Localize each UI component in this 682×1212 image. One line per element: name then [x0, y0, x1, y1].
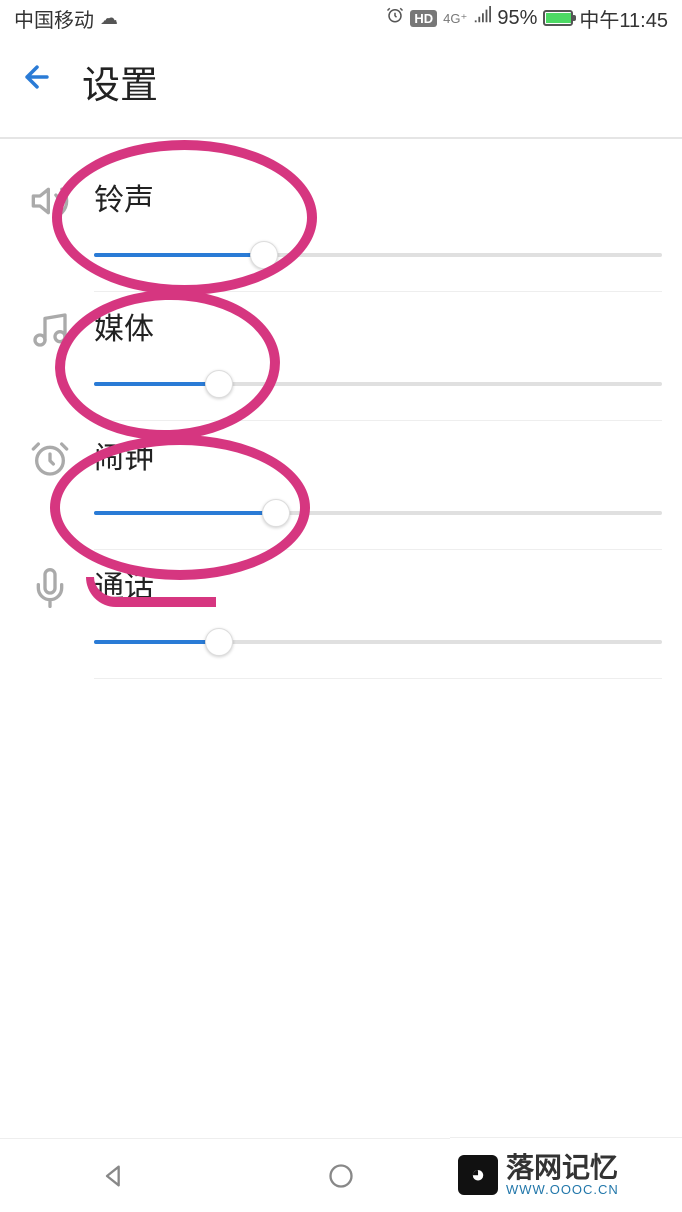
- speaker-icon: [30, 181, 70, 221]
- status-bar: 中国移动 ☁ HD 4G⁺ 95% 中午11:45: [0, 0, 682, 36]
- ringtone-label: 铃声: [94, 175, 662, 219]
- network-label: 4G⁺: [443, 12, 467, 25]
- cloud-icon: ☁: [100, 8, 118, 29]
- carrier-label: 中国移动: [14, 4, 94, 33]
- clock-label: 中午11:45: [579, 4, 668, 33]
- back-button[interactable]: [20, 60, 54, 103]
- media-label: 媒体: [94, 304, 662, 348]
- watermark-title: 落网记忆: [506, 1154, 619, 1182]
- nav-back-button[interactable]: [96, 1158, 132, 1194]
- battery-percent: 95%: [497, 7, 537, 30]
- microphone-icon: [30, 568, 70, 608]
- hd-badge: HD: [410, 10, 437, 27]
- call-slider[interactable]: [94, 628, 662, 656]
- nav-home-button[interactable]: [323, 1158, 359, 1194]
- signal-icon: [473, 6, 491, 30]
- call-row: 通话: [0, 550, 682, 679]
- alarm-row: 闹钟: [0, 421, 682, 550]
- alarm-status-icon: [386, 6, 404, 30]
- ringtone-row: 铃声: [0, 163, 682, 292]
- media-slider[interactable]: [94, 370, 662, 398]
- watermark: ◕ 落网记忆 WWW.OOOC.CN: [450, 1137, 682, 1212]
- alarm-icon: [30, 439, 70, 479]
- media-row: 媒体: [0, 292, 682, 421]
- watermark-url: WWW.OOOC.CN: [506, 1182, 619, 1197]
- ringtone-slider[interactable]: [94, 241, 662, 269]
- music-icon: [30, 310, 70, 350]
- alarm-label: 闹钟: [94, 433, 662, 477]
- app-header: 设置: [0, 36, 682, 139]
- alarm-slider[interactable]: [94, 499, 662, 527]
- battery-icon: [543, 10, 573, 26]
- watermark-icon: ◕: [458, 1155, 498, 1195]
- page-title: 设置: [82, 54, 158, 109]
- annotation-stroke: [86, 577, 216, 607]
